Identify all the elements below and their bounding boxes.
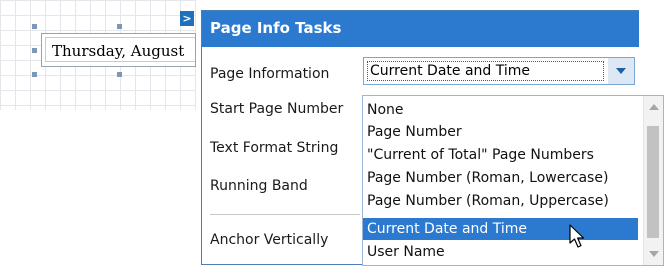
list-item-current-of-total[interactable]: "Current of Total" Page Numbers (363, 144, 638, 166)
list-item-current-date-time[interactable]: Current Date and Time (363, 218, 638, 240)
page-information-dropdown-list[interactable]: None Page Number "Current of Total" Page… (362, 95, 664, 266)
page-information-value[interactable]: Current Date and Time (367, 61, 604, 81)
anchor-vertically-label: Anchor Vertically (210, 232, 329, 248)
panel-header: Page Info Tasks (202, 11, 639, 47)
list-item-page-number[interactable]: Page Number (363, 121, 638, 143)
chevron-right-icon: > (182, 12, 192, 25)
start-page-number-label: Start Page Number (210, 101, 344, 117)
combo-dropdown-button[interactable] (608, 58, 634, 84)
resize-handle-bottom-middle[interactable] (117, 72, 122, 77)
dropdown-scrollbar[interactable] (643, 96, 663, 265)
label-text: Thursday, August (52, 42, 185, 60)
text-format-string-label: Text Format String (210, 140, 339, 156)
chevron-down-icon (616, 68, 626, 74)
running-band-label: Running Band (210, 178, 308, 194)
page-information-label: Page Information (210, 66, 330, 82)
page-info-label-control[interactable]: Thursday, August (41, 33, 196, 67)
resize-handle-top-left[interactable] (32, 24, 37, 29)
scroll-down-arrow-icon[interactable] (649, 251, 659, 257)
smart-tag-button[interactable]: > (180, 11, 194, 26)
section-divider (210, 214, 360, 215)
resize-handle-top-middle[interactable] (117, 24, 122, 29)
panel-title: Page Info Tasks (210, 19, 342, 37)
list-item-none[interactable]: None (363, 99, 638, 121)
scroll-up-arrow-icon[interactable] (649, 104, 659, 110)
list-item-roman-uppercase[interactable]: Page Number (Roman, Uppercase) (363, 190, 638, 212)
page-information-combo[interactable]: Current Date and Time (363, 57, 635, 85)
list-item-roman-lowercase[interactable]: Page Number (Roman, Lowercase) (363, 167, 638, 189)
scrollbar-thumb[interactable] (647, 126, 659, 238)
list-item-user-name[interactable]: User Name (363, 241, 638, 263)
resize-handle-middle-left[interactable] (32, 48, 37, 53)
resize-handle-bottom-left[interactable] (32, 72, 37, 77)
mouse-pointer-icon (569, 224, 585, 248)
